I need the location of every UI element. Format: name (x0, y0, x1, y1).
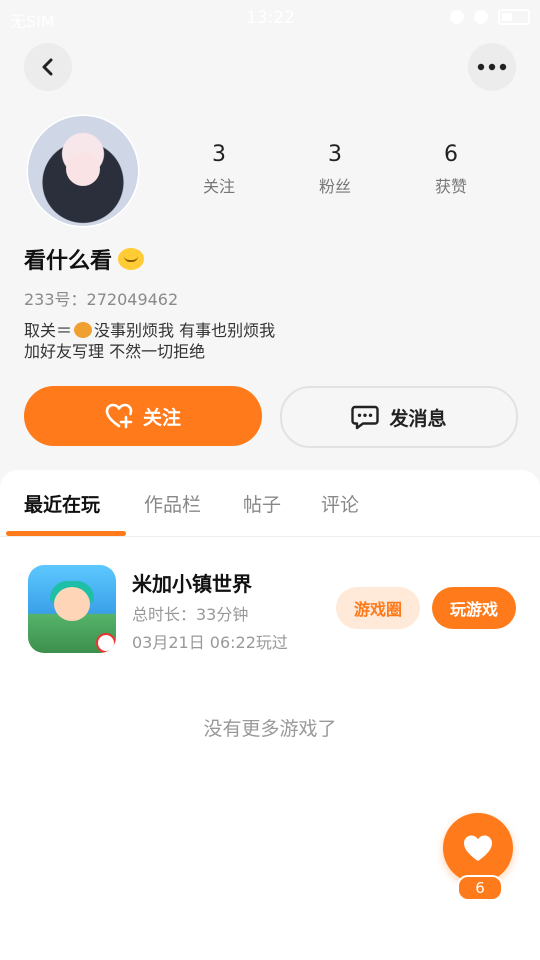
bio-line-2: 加好友写理 不然一切拒绝 (24, 342, 206, 361)
avatar[interactable] (26, 114, 140, 228)
status-icons (450, 9, 530, 25)
battery-icon (498, 9, 530, 25)
alarm-icon (450, 10, 464, 24)
nickname: 看什么看 (24, 243, 145, 275)
like-button[interactable] (443, 813, 513, 883)
message-icon (351, 405, 380, 430)
back-icon (42, 58, 53, 76)
stat-label: 获赞 (434, 177, 467, 196)
game-title[interactable]: 米加小镇世界 (132, 568, 252, 597)
avatar-face (66, 152, 100, 186)
bio-suffix: 没事别烦我 有事也别烦我 (94, 321, 276, 340)
message-label: 发消息 (389, 407, 447, 430)
follow-label: 关注 (142, 406, 181, 429)
bio: 取关＝ 没事别烦我 有事也别烦我 加好友写理 不然一切拒绝 (24, 320, 275, 362)
carrier-text: 无SIM (10, 12, 55, 31)
bio-prefix: 取关＝ (24, 321, 73, 340)
tab-works[interactable]: 作品栏 (144, 490, 201, 517)
stat-label: 关注 (202, 177, 235, 196)
stat-value: 3 (328, 142, 342, 167)
game-last-played: 03月21日 06:22玩过 (132, 633, 288, 652)
send-message-button[interactable]: 发消息 (280, 386, 518, 448)
game-badge-icon (96, 633, 116, 653)
game-icon-face (54, 587, 90, 621)
user-id: 233号：272049462 (24, 290, 179, 309)
active-tab-indicator (6, 531, 126, 536)
stat-followers[interactable]: 3 粉丝 (286, 142, 384, 197)
game-icon[interactable] (28, 565, 116, 653)
sleepy-emoji-icon (118, 248, 145, 270)
nickname-text: 看什么看 (24, 249, 113, 274)
like-heart-icon (464, 835, 492, 861)
back-button[interactable] (24, 43, 72, 91)
wifi-icon (474, 10, 488, 24)
clock-time: 13:22 (246, 8, 295, 28)
stat-value: 6 (444, 142, 458, 167)
tab-bar: 最近在玩 作品栏 帖子 评论 (0, 470, 540, 537)
tab-posts[interactable]: 帖子 (243, 490, 281, 517)
more-icon (477, 63, 507, 71)
play-game-button[interactable]: 玩游戏 (432, 587, 516, 629)
status-bar: 无SIM 13:22 (0, 0, 540, 36)
stat-likes[interactable]: 6 获赞 (402, 142, 500, 197)
profile-stats: 3 关注 3 粉丝 6 获赞 (170, 142, 500, 197)
tiger-emoji-icon (74, 322, 93, 338)
game-circle-button[interactable]: 游戏圈 (336, 587, 420, 629)
like-count: 6 (457, 875, 503, 901)
no-more-games-text: 没有更多游戏了 (203, 718, 337, 740)
follow-heart-icon (105, 403, 133, 429)
stat-value: 3 (212, 142, 226, 167)
tab-comments[interactable]: 评论 (321, 490, 359, 517)
stat-following[interactable]: 3 关注 (170, 142, 268, 197)
tab-recent[interactable]: 最近在玩 (24, 490, 100, 517)
bio-line-1: 取关＝ 没事别烦我 有事也别烦我 (24, 320, 275, 341)
list-item[interactable]: 米加小镇世界 总时长：33分钟 03月21日 06:22玩过 游戏圈 玩游戏 (0, 562, 540, 662)
more-options-button[interactable] (468, 43, 516, 91)
game-duration: 总时长：33分钟 (132, 605, 249, 624)
stat-label: 粉丝 (318, 177, 351, 196)
follow-button[interactable]: 关注 (24, 386, 262, 446)
